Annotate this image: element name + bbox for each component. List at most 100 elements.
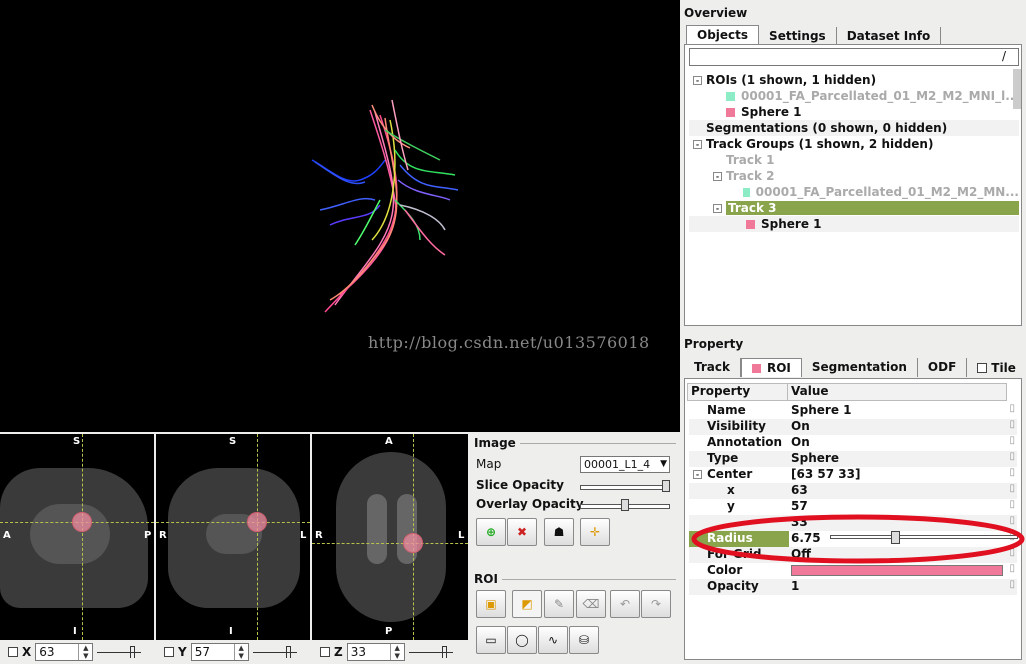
property-value[interactable]: [63 57 33] [789,467,1017,483]
y-slice-spinbox[interactable]: 57 ▲ ▼ [190,643,249,661]
tree-scrollbar[interactable] [1013,69,1021,109]
edit-icon[interactable]: ▯ [1009,403,1015,414]
collapse-icon[interactable]: - [713,203,722,213]
edit-icon[interactable]: ▯ [1009,435,1015,446]
z-slice-spinbox[interactable]: 33 ▲ ▼ [346,643,405,661]
collapse-icon[interactable]: - [693,470,702,479]
tree-item[interactable]: - Track Groups (1 shown, 2 hidden) [689,136,1019,152]
map-select[interactable]: 00001_L1_4 ▼ [580,456,670,473]
tab-odf[interactable]: ODF [918,358,968,377]
edit-icon[interactable]: ▯ [1009,579,1015,590]
crosshair-horizontal [156,522,310,523]
tile-checkbox-option[interactable]: Tile [967,358,1026,377]
sagittal-slice-view[interactable]: S I A P [0,434,154,640]
tab-dataset-info[interactable]: Dataset Info [837,27,942,45]
image-section-title: Image [474,436,676,450]
property-value[interactable]: 63 [789,483,1017,499]
property-row[interactable]: - Center [63 57 33] ▯ [689,467,1017,483]
roi-edit-button[interactable]: ✎ [544,590,574,618]
tree-item[interactable]: - Track 3 [689,200,1019,216]
tab-settings[interactable]: Settings [759,27,837,45]
property-row[interactable]: Type Sphere ▯ [689,451,1017,467]
edit-icon[interactable]: ▯ [1009,419,1015,430]
y-slice-slider[interactable] [252,645,297,659]
edit-icon[interactable]: ▯ [1009,483,1015,494]
tile-checkbox[interactable] [977,362,988,373]
property-value[interactable]: Sphere [789,451,1017,467]
x-slice-control: X 63 ▲ ▼ [8,641,142,663]
add-map-button[interactable]: ⊕ [476,518,506,546]
property-key-label: Annotation [707,435,783,449]
property-row[interactable]: Visibility On ▯ [689,419,1017,435]
circle-tool-button[interactable]: ◯ [507,626,537,654]
tree-item[interactable]: - Track 2 [689,168,1019,184]
property-row[interactable]: Annotation On ▯ [689,435,1017,451]
spin-arrows-icon[interactable]: ▲ ▼ [233,644,248,660]
x-slice-spinbox[interactable]: 63 ▲ ▼ [35,643,94,661]
spin-arrows-icon[interactable]: ▲ ▼ [78,644,92,660]
property-value-label: 63 [791,483,808,497]
slice-opacity-slider[interactable] [580,480,672,494]
y-slice-checkbox[interactable] [164,647,174,657]
property-row[interactable]: x 63 ▯ [689,483,1017,499]
axial-slice-view[interactable]: A P R L [312,434,468,640]
property-value[interactable]: On [789,419,1017,435]
tree-item[interactable]: Track 1 [689,152,1019,168]
tab-segmentation[interactable]: Segmentation [802,358,918,377]
head-view-button[interactable]: ☗ [544,518,574,546]
property-table-header: Property Value [687,383,1007,401]
new-roi-button[interactable]: ▣ [476,590,506,618]
x-slice-checkbox[interactable] [8,647,18,657]
property-value[interactable]: Sphere 1 [789,403,1017,419]
tab-track[interactable]: Track [684,358,741,377]
property-value[interactable]: On [789,435,1017,451]
rectangle-tool-button[interactable]: ▭ [476,626,506,654]
watermark: http://blog.csdn.net/u013576018 [368,333,650,352]
filter-input[interactable]: / [689,48,1019,66]
roi-draw-button[interactable]: ◩ [512,590,542,618]
column-value[interactable]: Value [788,384,829,400]
edit-icon[interactable]: ▯ [1009,499,1015,510]
collapse-icon[interactable]: - [693,75,702,85]
tree-item[interactable]: - ROIs (1 shown, 1 hidden) [689,72,1019,88]
crosshair-button[interactable]: ✛ [580,518,610,546]
fiber-tracts [311,99,459,313]
z-slice-slider[interactable] [408,645,453,659]
3d-viewport[interactable]: http://blog.csdn.net/u013576018 [0,0,680,432]
roi-erase-button[interactable]: ⌫ [576,590,606,618]
spin-arrows-icon[interactable]: ▲ ▼ [389,644,404,660]
color-swatch[interactable] [791,565,1003,576]
fill-tool-button[interactable]: ⛁ [569,626,599,654]
tree-item[interactable]: Segmentations (0 shown, 0 hidden) [689,120,1019,136]
orientation-top: A [385,436,393,447]
freehand-tool-button[interactable]: ∿ [538,626,568,654]
property-row[interactable]: Name Sphere 1 ▯ [689,403,1017,419]
coronal-slice-view[interactable]: S I R L [156,434,310,640]
undo-button[interactable]: ↶ [610,590,640,618]
edit-icon[interactable]: ▯ [1009,467,1015,478]
remove-map-button[interactable]: ✖ [507,518,537,546]
redo-button[interactable]: ↷ [641,590,671,618]
tab-objects[interactable]: Objects [686,25,760,45]
property-key: x [689,483,789,499]
column-property[interactable]: Property [688,384,788,400]
map-label: Map [476,457,502,471]
property-value[interactable]: 1 [789,579,1017,595]
edit-icon[interactable]: ▯ [1009,451,1015,462]
z-slice-checkbox[interactable] [320,647,330,657]
tab-roi[interactable]: ROI [740,358,802,377]
x-slice-slider[interactable] [97,645,142,659]
collapse-icon[interactable]: - [713,171,722,181]
property-value-label: Sphere [791,451,839,465]
tree-item[interactable]: 00001_FA_Parcellated_01_M2_M2_MN... [689,184,1019,200]
property-key: Visibility [689,419,789,435]
tree-item-label: Track Groups (1 shown, 2 hidden) [706,137,934,151]
tree-item[interactable]: Sphere 1 [689,104,1019,120]
property-row[interactable]: Opacity 1 ▯ [689,579,1017,595]
tree-item[interactable]: Sphere 1 [689,216,1019,232]
slider-knob[interactable] [621,499,629,511]
tree-item[interactable]: 00001_FA_Parcellated_01_M2_M2_MNI_l... [689,88,1019,104]
collapse-icon[interactable]: - [693,139,702,149]
slider-knob[interactable] [662,480,670,492]
overlay-opacity-slider[interactable] [580,499,672,513]
